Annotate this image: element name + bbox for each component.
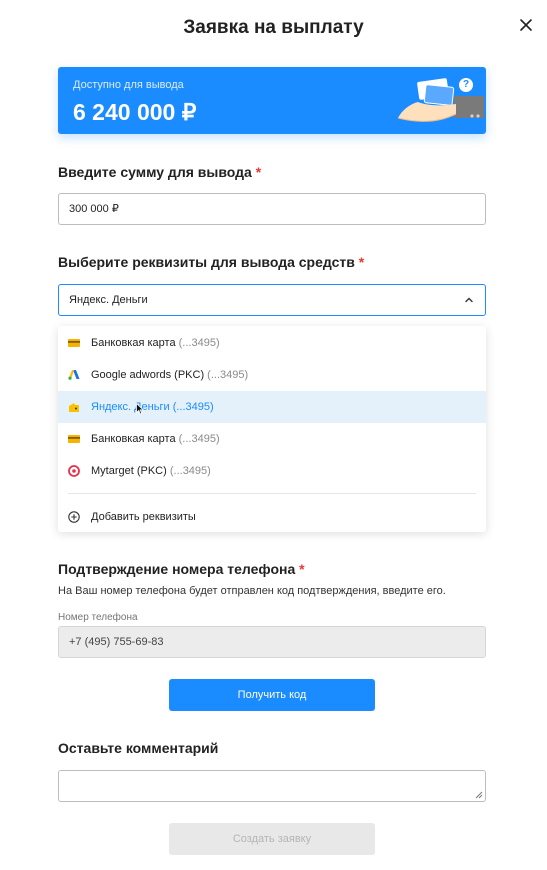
- mouse-cursor-icon: [136, 403, 144, 415]
- requisites-select[interactable]: Яндекс. Деньги: [58, 284, 486, 316]
- bank-card-icon: [68, 339, 80, 347]
- amount-input[interactable]: 300 000 ₽: [58, 193, 486, 225]
- dropdown-option-bank-card-2[interactable]: Банковкая карта (...3495): [58, 423, 486, 455]
- dropdown-option-bank-card[interactable]: Банковкая карта (...3495): [58, 327, 486, 359]
- required-mark: *: [299, 561, 305, 577]
- create-request-button[interactable]: Создать заявку: [169, 823, 375, 855]
- comment-label: Оставьте комментарий: [58, 740, 219, 756]
- requisites-selected-value: Яндекс. Деньги: [69, 294, 148, 306]
- requisites-label: Выберите реквизиты для вывода средств *: [58, 254, 365, 270]
- modal-title: Заявка на выплату: [183, 17, 364, 38]
- dropdown-option-google-adwords[interactable]: Google adwords (PKC) (...3495): [58, 359, 486, 391]
- balance-card: Доступно для вывода 6 240 000 ₽ ?: [58, 67, 486, 134]
- balance-amount: 6 240 000 ₽: [73, 99, 197, 125]
- dropdown-option-yandex-money[interactable]: Яндекс. Деньги (...3495): [58, 391, 486, 423]
- close-button[interactable]: [517, 16, 535, 34]
- balance-caption: Доступно для вывода: [73, 79, 184, 91]
- phone-input: +7 (495) 755-69-83: [58, 626, 486, 658]
- bank-card-icon: [68, 435, 80, 443]
- mytarget-icon: [68, 465, 80, 477]
- phone-section-label: Подтверждение номера телефона *: [58, 561, 305, 577]
- resize-handle-icon[interactable]: [475, 791, 483, 799]
- get-code-button[interactable]: Получить код: [169, 679, 375, 711]
- help-icon[interactable]: ?: [459, 78, 473, 92]
- required-mark: *: [358, 254, 365, 270]
- requisites-dropdown: Банковкая карта (...3495) Google adwords…: [58, 326, 486, 532]
- required-mark: *: [255, 164, 262, 180]
- phone-field-label: Номер телефона: [58, 612, 138, 623]
- dropdown-option-mytarget[interactable]: Mytarget (PKC) (...3495): [58, 455, 486, 487]
- add-requisites-label: Добавить реквизиты: [91, 511, 196, 523]
- add-requisites-button[interactable]: Добавить реквизиты: [58, 501, 486, 533]
- amount-label: Введите сумму для вывода *: [58, 164, 262, 180]
- comment-textarea[interactable]: [58, 770, 486, 802]
- plus-circle-icon: [68, 511, 80, 523]
- dropdown-divider: [68, 493, 476, 494]
- close-icon: [520, 19, 532, 31]
- chevron-up-icon: [465, 297, 473, 303]
- google-adwords-icon: [68, 370, 80, 380]
- yandex-money-icon: [69, 403, 79, 412]
- phone-hint: На Ваш номер телефона будет отправлен ко…: [58, 585, 446, 597]
